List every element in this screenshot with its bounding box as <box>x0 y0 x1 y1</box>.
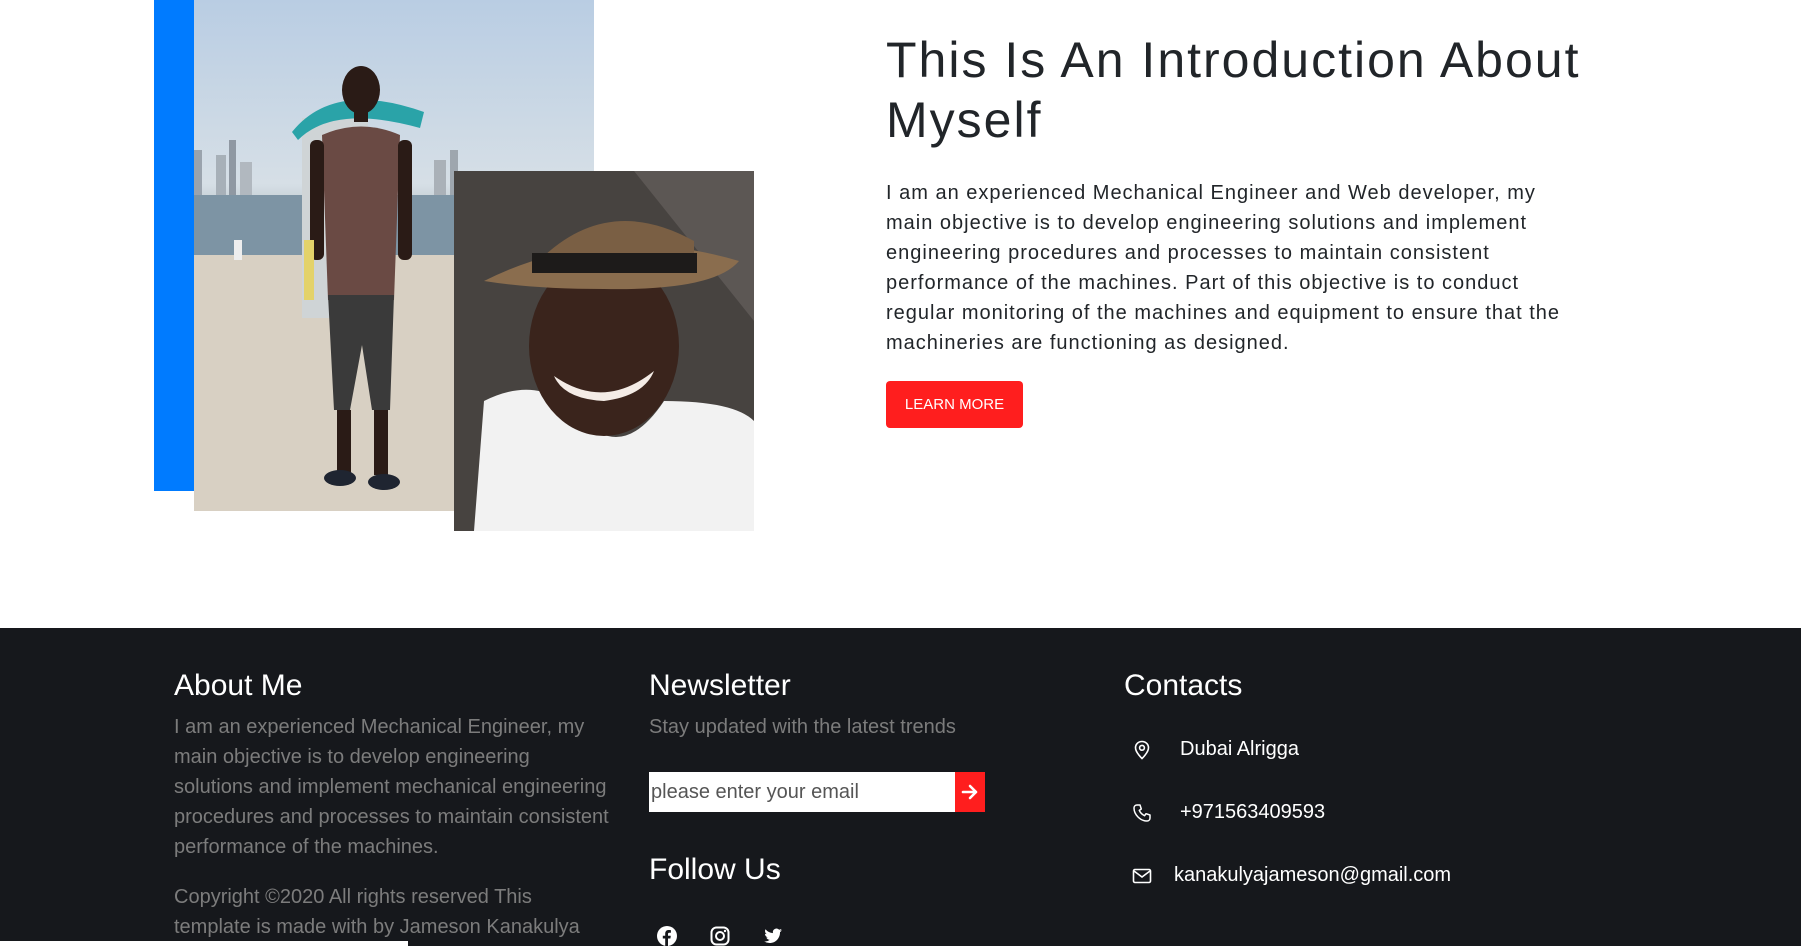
newsletter-title: Newsletter <box>649 669 791 702</box>
email-text: kanakulyajameson@gmail.com <box>1174 864 1452 886</box>
contact-email[interactable]: kanakulyajameson@gmail.com <box>1124 864 1451 887</box>
arrow-right-icon <box>961 784 978 800</box>
about-column: About Me I am an experienced Mechanical … <box>174 668 614 942</box>
location-pin-icon <box>1132 740 1152 760</box>
horizontal-scroll-indicator[interactable] <box>0 941 408 946</box>
contacts-title: Contacts <box>1124 669 1243 702</box>
portrait-photo <box>454 171 754 531</box>
about-title: About Me <box>174 669 303 702</box>
location-text: Dubai Alrigga <box>1180 738 1299 760</box>
twitter-icon <box>764 928 782 944</box>
phone-icon <box>1132 803 1152 823</box>
phone-text: +971563409593 <box>1180 801 1326 823</box>
learn-more-button[interactable]: LEARN MORE <box>886 381 1023 428</box>
intro-section: This Is An Introduction About Myself I a… <box>0 0 1801 628</box>
email-input[interactable] <box>649 772 955 812</box>
newsletter-form <box>649 772 985 812</box>
mail-icon <box>1132 866 1152 886</box>
contact-location: Dubai Alrigga <box>1124 738 1299 761</box>
instagram-icon <box>710 926 730 946</box>
follow-title: Follow Us <box>649 853 781 886</box>
intro-title: This Is An Introduction About Myself <box>886 32 1581 148</box>
facebook-icon <box>657 926 677 946</box>
newsletter-submit-button[interactable] <box>955 772 985 812</box>
intro-text-block: This Is An Introduction About Myself I a… <box>886 30 1586 358</box>
intro-body: I am an experienced Mechanical Engineer … <box>886 182 1561 354</box>
accent-bar <box>154 0 194 491</box>
social-links <box>649 926 1009 946</box>
twitter-link[interactable] <box>763 926 783 946</box>
contacts-column: Contacts Dubai Alrigga +971563409593 kan… <box>1124 668 1624 886</box>
footer: About Me I am an experienced Mechanical … <box>0 628 1801 946</box>
facebook-link[interactable] <box>657 926 677 946</box>
copyright-text: Copyright ©2020 All rights reserved This… <box>174 886 580 938</box>
newsletter-column: Newsletter Stay updated with the latest … <box>649 668 1009 946</box>
contact-phone[interactable]: +971563409593 <box>1124 801 1325 824</box>
instagram-link[interactable] <box>710 926 730 946</box>
newsletter-subtitle: Stay updated with the latest trends <box>649 716 956 738</box>
about-body: I am an experienced Mechanical Engineer,… <box>174 716 609 858</box>
